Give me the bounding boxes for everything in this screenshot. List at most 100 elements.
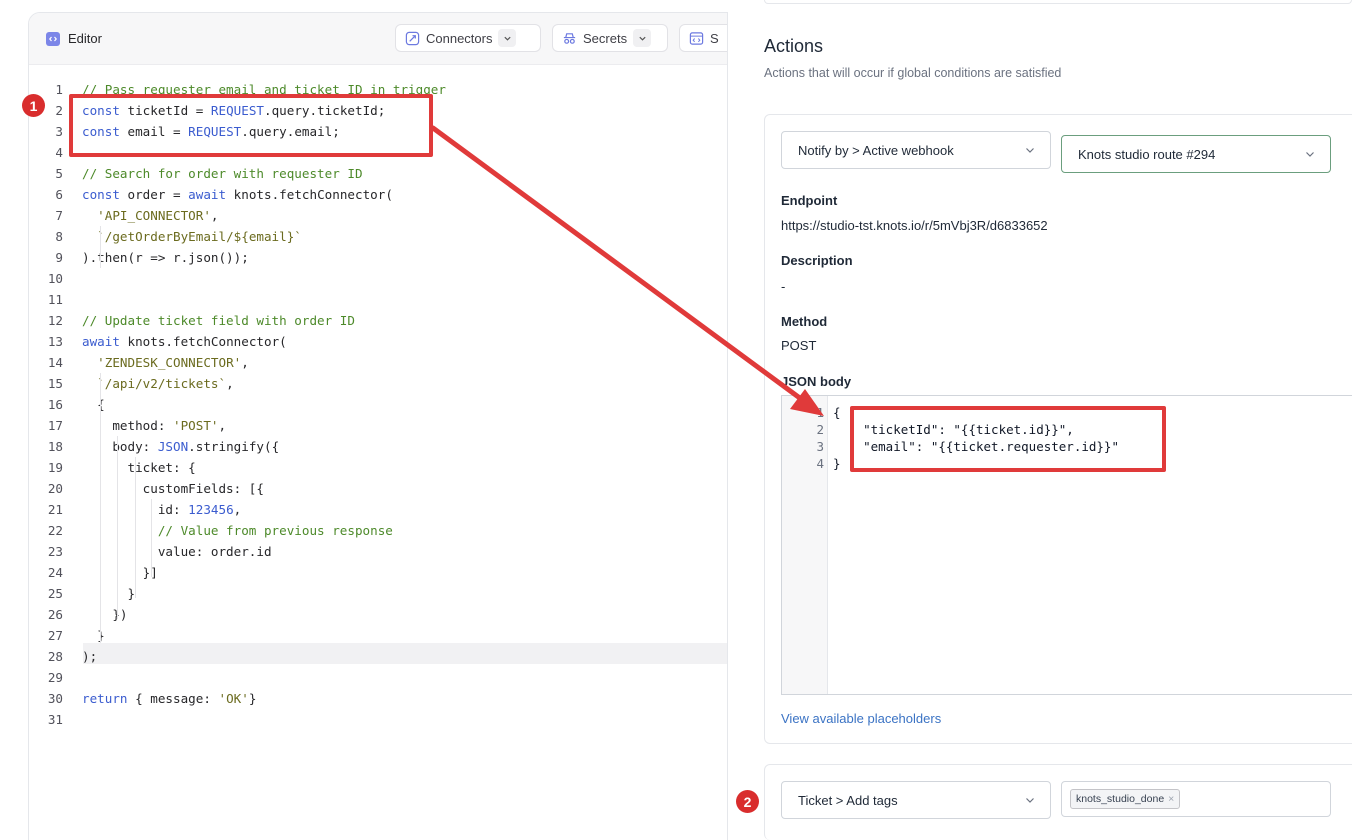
line-number: 15 [47, 376, 63, 391]
description-label: Description [781, 253, 853, 268]
third-toolbar-button[interactable]: S [679, 24, 727, 52]
code-line[interactable]: 15 `/api/v2/tickets`, [29, 373, 727, 394]
code-line[interactable]: 6 const order = await knots.fetchConnecto… [29, 184, 727, 205]
line-number: 13 [47, 334, 63, 349]
line-number: 30 [47, 691, 63, 706]
line-number: 8 [55, 229, 63, 244]
code-line[interactable]: 17 method: 'POST', [29, 415, 727, 436]
description-value: - [781, 279, 786, 294]
indent-guide [100, 226, 101, 268]
action-type-value: Notify by > Active webhook [798, 142, 954, 158]
code-text: // Update ticket field with order ID [82, 313, 355, 328]
endpoint-value: https://studio-tst.knots.io/r/5mVbj3R/d6… [781, 218, 1048, 233]
code-text: await knots.fetchConnector( [82, 334, 287, 349]
line-number: 11 [47, 292, 63, 307]
code-text: value: order.id [82, 544, 272, 559]
tags-input[interactable]: knots_studio_done × [1061, 781, 1331, 817]
code-line[interactable]: 18 body: JSON.stringify({ [29, 436, 727, 457]
chevron-down-icon[interactable] [633, 29, 652, 47]
action-type-select[interactable]: Notify by > Active webhook [781, 131, 1051, 169]
code-text: id: 123456, [157, 502, 242, 517]
code-line[interactable]: 5 // Search for order with requester ID [29, 163, 727, 184]
connectors-icon [404, 30, 420, 46]
line-number: 25 [47, 586, 63, 601]
code-text: customFields: [{ [82, 481, 264, 496]
line-number: 14 [47, 355, 63, 370]
code-line[interactable]: 19 ticket: { [29, 457, 727, 478]
code-text: { [82, 397, 105, 412]
code-line[interactable]: 16 { [29, 394, 727, 415]
chevron-down-icon[interactable] [498, 29, 517, 47]
json-line-number: 3 [816, 439, 824, 454]
action-type-select-2[interactable]: Ticket > Add tags [781, 781, 1051, 819]
actions-title: Actions [764, 36, 824, 56]
indent-guide [117, 436, 118, 619]
line-number: 6 [55, 187, 63, 202]
webhook-target-select[interactable]: Knots studio route #294 [1061, 135, 1331, 173]
line-number: 24 [47, 565, 63, 580]
secrets-button[interactable]: Secrets [552, 24, 668, 52]
code-line[interactable]: 28); [29, 646, 727, 667]
json-body-label: JSON body [781, 374, 852, 389]
json-code-text: { [833, 405, 841, 420]
method-value: POST [781, 338, 817, 353]
tag-chip: knots_studio_done × [1070, 789, 1181, 809]
editor-tab[interactable]: Editor [46, 31, 102, 46]
code-line[interactable]: 10 [29, 268, 727, 289]
connectors-label: Connectors [426, 30, 493, 46]
line-number: 19 [47, 460, 63, 475]
action-type-value-2: Ticket > Add tags [798, 792, 898, 808]
code-line[interactable]: 24 }] [29, 562, 727, 583]
view-placeholders-link[interactable]: View available placeholders [781, 711, 941, 726]
code-text: method: 'POST', [82, 418, 227, 433]
code-line[interactable]: 20 customFields: [{ [29, 478, 727, 499]
endpoint-label: Endpoint [781, 193, 838, 208]
code-text: } [82, 628, 105, 643]
line-number: 10 [47, 271, 63, 286]
code-line[interactable]: 27 } [29, 625, 727, 646]
code-line[interactable]: 31 [29, 709, 727, 730]
code-line[interactable]: 8 `/getOrderByEmail/${email}` [29, 226, 727, 247]
json-line-number: 2 [816, 422, 824, 437]
code-area[interactable]: 1// Pass requester email and ticket ID i… [29, 79, 727, 730]
code-line[interactable]: 23 value: order.id [29, 541, 727, 562]
code-line[interactable]: 9 ).then(r => r.json()); [29, 247, 727, 268]
line-number: 7 [55, 208, 63, 223]
code-line[interactable]: 26 }) [29, 604, 727, 625]
line-number: 9 [55, 250, 63, 265]
code-window-icon [688, 30, 704, 46]
line-number: 18 [47, 439, 63, 454]
line-number: 26 [47, 607, 63, 622]
code-line[interactable]: 12 // Update ticket field with order ID [29, 310, 727, 331]
code-line[interactable]: 11 [29, 289, 727, 310]
line-number: 23 [47, 544, 63, 559]
line-number: 20 [47, 481, 63, 496]
json-line-number: 1 [816, 405, 824, 420]
line-number: 4 [55, 145, 63, 160]
code-line[interactable]: 21 id: 123456, [29, 499, 727, 520]
previous-card-edge [764, 0, 1352, 4]
remove-tag-icon[interactable]: × [1168, 790, 1174, 808]
code-line[interactable]: 25 } [29, 583, 727, 604]
code-text: }] [82, 565, 158, 580]
incognito-icon [561, 30, 577, 46]
line-number: 16 [47, 397, 63, 412]
chevron-down-icon [1306, 152, 1314, 157]
code-text: ).then(r => r.json()); [82, 250, 249, 265]
line-number: 29 [47, 670, 63, 685]
code-line[interactable]: 7 'API_CONNECTOR', [29, 205, 727, 226]
code-line[interactable]: 30 return { message: 'OK'} [29, 688, 727, 709]
code-line[interactable]: 14 'ZENDESK_CONNECTOR', [29, 352, 727, 373]
json-line-number: 4 [816, 456, 824, 471]
connectors-button[interactable]: Connectors [395, 24, 541, 52]
code-file-icon [46, 31, 60, 46]
code-line[interactable]: 29 [29, 667, 727, 688]
code-text: const order = await knots.fetchConnector… [82, 187, 393, 202]
code-text: 'ZENDESK_CONNECTOR', [97, 355, 249, 370]
line-number: 22 [47, 523, 63, 538]
indent-guide [151, 499, 152, 577]
code-line[interactable]: 22 // Value from previous response [29, 520, 727, 541]
code-line[interactable]: 13 await knots.fetchConnector( [29, 331, 727, 352]
chevron-down-icon [1026, 148, 1034, 153]
editor-title: Editor [68, 31, 102, 46]
